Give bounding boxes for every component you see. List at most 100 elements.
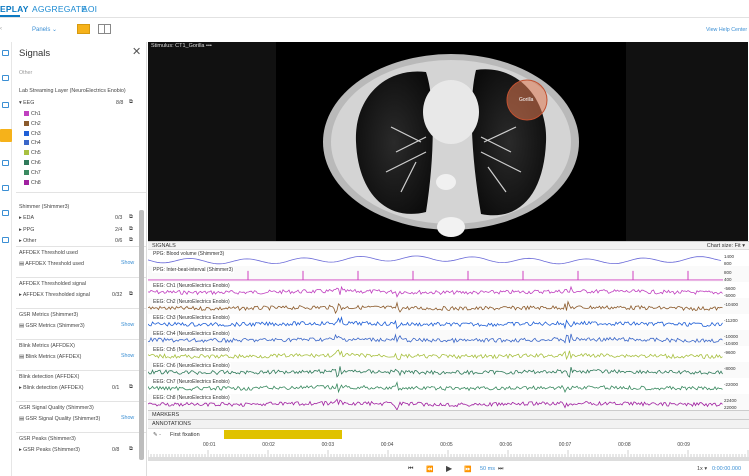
section-item[interactable]: ▸ AFFDEX Thresholded signal: [19, 292, 90, 298]
popout-icon[interactable]: ⧉: [129, 446, 133, 453]
channel-color-swatch: [24, 160, 29, 165]
play-icon[interactable]: ▶: [446, 464, 452, 473]
signal-row-bg: [148, 330, 749, 346]
more-options-icon[interactable]: •••: [206, 43, 212, 49]
eeg-channel-item[interactable]: Ch8: [24, 179, 41, 186]
section-item-label: GSR Metrics (Shimmer3): [25, 323, 85, 329]
panel-scrollbar[interactable]: [139, 210, 144, 460]
section-item[interactable]: ▤ GSR Metrics (Shimmer3): [19, 323, 85, 329]
section-item[interactable]: ▸ Blink detection (AFFDEX): [19, 385, 84, 391]
signal-axis-value: 1400: [724, 254, 735, 259]
chart-size-label: Chart size:: [706, 243, 734, 249]
signal-row-bg: [148, 362, 749, 378]
shimmer-item-label: EDA: [23, 215, 35, 221]
annotation-bar-first-fixation[interactable]: [224, 430, 342, 439]
tab-aggregate[interactable]: AGGREGATE: [32, 4, 87, 14]
popout-icon[interactable]: ⧉: [129, 237, 133, 244]
popout-icon[interactable]: ⧉: [129, 99, 133, 106]
show-button[interactable]: Show: [121, 322, 134, 328]
toolbar: ‹ Panels ⌄ View Help Center: [0, 18, 749, 42]
signals-icon[interactable]: [0, 129, 12, 142]
back-icon[interactable]: [2, 50, 9, 56]
eeg-channel-item[interactable]: Ch2: [24, 120, 41, 127]
signal-axis-value: -10000: [724, 334, 739, 339]
settings-icon[interactable]: [2, 185, 9, 191]
device-icon[interactable]: [2, 75, 9, 81]
signal-axis-value: 800: [724, 261, 732, 266]
signal-label[interactable]: EEG: Ch3 (NeuroElectrics Enobio): [152, 315, 231, 321]
speed-selector[interactable]: 1x ▾: [697, 466, 707, 472]
signal-label[interactable]: EEG: Ch4 (NeuroElectrics Enobio): [152, 331, 231, 337]
signal-label[interactable]: EEG: Ch6 (NeuroElectrics Enobio): [152, 363, 231, 369]
panels-dropdown[interactable]: Panels ⌄: [32, 26, 57, 33]
signal-label[interactable]: EEG: Ch2 (NeuroElectrics Enobio): [152, 299, 231, 305]
eeg-channel-item[interactable]: Ch5: [24, 150, 41, 156]
popout-icon[interactable]: ⧉: [129, 226, 133, 233]
eeg-channel-item[interactable]: Ch7: [24, 169, 41, 176]
eeg-channel-item[interactable]: Ch6: [24, 160, 41, 166]
step-size[interactable]: 50 ms: [480, 466, 495, 472]
layout-single-button[interactable]: [77, 24, 90, 34]
channel-label: Ch7: [31, 169, 41, 176]
close-icon[interactable]: ✕: [132, 45, 141, 58]
popout-icon[interactable]: ⧉: [129, 384, 133, 391]
shimmer-item[interactable]: ▸ EDA: [19, 215, 34, 221]
step-forward-icon[interactable]: ⏩: [464, 466, 471, 473]
eeg-channel-item[interactable]: Ch3: [24, 130, 41, 137]
signal-label[interactable]: EEG: Ch1 (NeuroElectrics Enobio): [152, 283, 231, 289]
show-button[interactable]: Show: [121, 415, 134, 421]
marker-icon[interactable]: [2, 210, 9, 216]
gaze-icon[interactable]: [2, 160, 9, 166]
signal-label[interactable]: EEG: Ch8 (NeuroElectrics Enobio): [152, 395, 231, 401]
timeline-tick-label: 00:01: [203, 442, 216, 448]
shimmer-item-count: 0/6: [115, 238, 123, 244]
export-icon[interactable]: [2, 237, 9, 243]
layout-split-button[interactable]: [98, 24, 111, 34]
channel-label: Ch4: [31, 140, 41, 147]
signal-label[interactable]: EEG: Ch5 (NeuroElectrics Enobio): [152, 347, 231, 353]
channel-label: Ch3: [31, 130, 41, 137]
show-button[interactable]: Show: [121, 353, 134, 359]
annotation-label: First fixation: [170, 432, 200, 438]
channel-color-swatch: [24, 150, 29, 156]
skip-start-icon[interactable]: ⏮: [408, 466, 413, 473]
channel-label: Ch5: [31, 150, 41, 157]
back-arrow-icon[interactable]: ‹: [0, 26, 2, 32]
show-button[interactable]: Show: [121, 260, 134, 266]
section-item[interactable]: ▤ GSR Signal Quality (Shimmer3): [19, 416, 100, 422]
stimulus-name: Stimulus: CT1_Gorilla: [151, 43, 205, 49]
annotations-title: ANNOTATIONS: [152, 421, 191, 427]
shimmer-item[interactable]: ▸ Other: [19, 238, 36, 244]
annotation-edit-icon[interactable]: ✎ -: [153, 432, 161, 438]
signal-label[interactable]: EEG: Ch7 (NeuroElectrics Enobio): [152, 379, 231, 385]
signal-axis-value: -8000: [724, 366, 736, 371]
help-center-link[interactable]: View Help Center: [706, 27, 747, 33]
divider: [16, 277, 146, 278]
eeg-group[interactable]: ▾ EEG: [19, 100, 34, 106]
timeline-tick-label: 00:05: [440, 442, 453, 448]
eeg-channel-item[interactable]: Ch4: [24, 140, 41, 146]
skip-end-icon[interactable]: ⏭: [498, 466, 503, 473]
section-item[interactable]: ▤ AFFDEX Threshold used: [19, 261, 84, 267]
signal-axis-value: -22000: [724, 382, 739, 387]
channel-label: Ch2: [31, 120, 41, 127]
shimmer-item[interactable]: ▸ PPG: [19, 227, 34, 233]
tab-replay[interactable]: EPLAY: [0, 4, 29, 14]
section-item[interactable]: ▸ GSR Peaks (Shimmer3): [19, 447, 80, 453]
popout-icon[interactable]: ⧉: [129, 214, 133, 221]
tab-aoi[interactable]: AOI: [82, 4, 97, 14]
aoi-label: Gorilla: [519, 97, 534, 103]
section-item[interactable]: ▤ Blink Metrics (AFFDEX): [19, 354, 81, 360]
left-icon-strip: [0, 42, 12, 476]
channel-color-swatch: [24, 130, 29, 136]
timeline-tick-label: 00:02: [262, 442, 275, 448]
step-back-icon[interactable]: ⏪: [426, 466, 433, 473]
channel-color-swatch: [24, 179, 29, 185]
signal-label[interactable]: PPG: Blood volume (Shimmer3): [152, 251, 226, 257]
chart-size-selector[interactable]: Chart size: Fit ▾: [707, 243, 745, 249]
popout-icon[interactable]: ⧉: [129, 291, 133, 298]
eeg-channel-item[interactable]: Ch1: [24, 111, 41, 117]
grid-icon[interactable]: [2, 102, 9, 108]
section-header: GSR Peaks (Shimmer3): [19, 436, 76, 442]
signal-label[interactable]: PPG: Inter-beat-interval (Shimmer3): [152, 267, 235, 273]
